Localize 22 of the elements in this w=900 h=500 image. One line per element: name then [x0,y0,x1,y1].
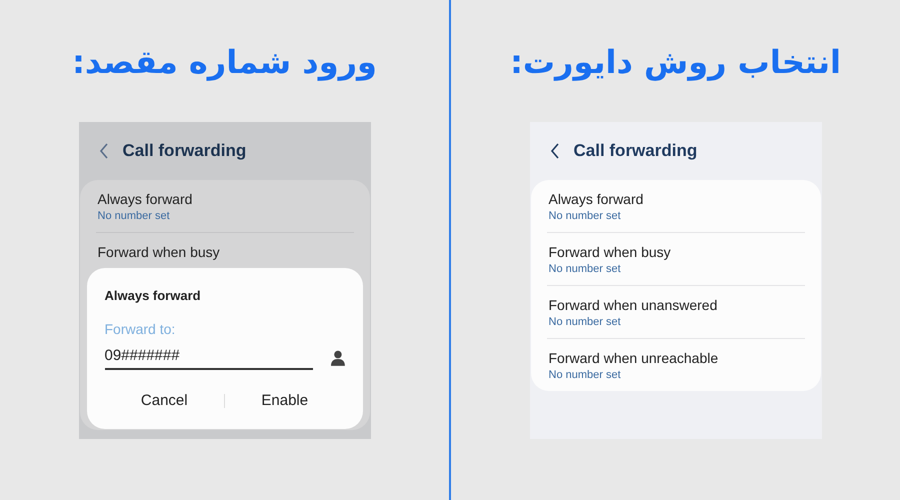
item-label[interactable]: Always forward [98,191,352,207]
item-status: No number set [548,316,622,328]
dialog-button[interactable]: Enable [225,388,344,413]
item-status: No number set [548,369,622,381]
back-icon[interactable] [550,143,560,159]
item-status: No number set [98,210,171,222]
field-label: Forward to: [104,321,176,337]
item-status: No number set [548,210,622,222]
section-heading: انتخاب روش دایورت: [510,42,841,83]
item-label[interactable]: Forward when unanswered [548,297,802,313]
contact-icon[interactable] [330,350,344,366]
item-label[interactable]: Forward when busy [98,244,352,260]
item-status: No number set [548,263,622,275]
item-label[interactable]: Forward when unreachable [548,350,802,366]
section-heading: ورود شماره مقصد: [72,42,377,83]
number-field[interactable]: 09####### [104,345,313,370]
item-label[interactable]: Forward when busy [548,244,802,260]
dialog-title: Always forward [104,288,202,303]
screen-title: Call forwarding [122,141,246,161]
item-label[interactable]: Always forward [548,191,802,207]
screen-title: Call forwarding [574,141,698,161]
dialog-button[interactable]: Cancel [104,388,224,413]
